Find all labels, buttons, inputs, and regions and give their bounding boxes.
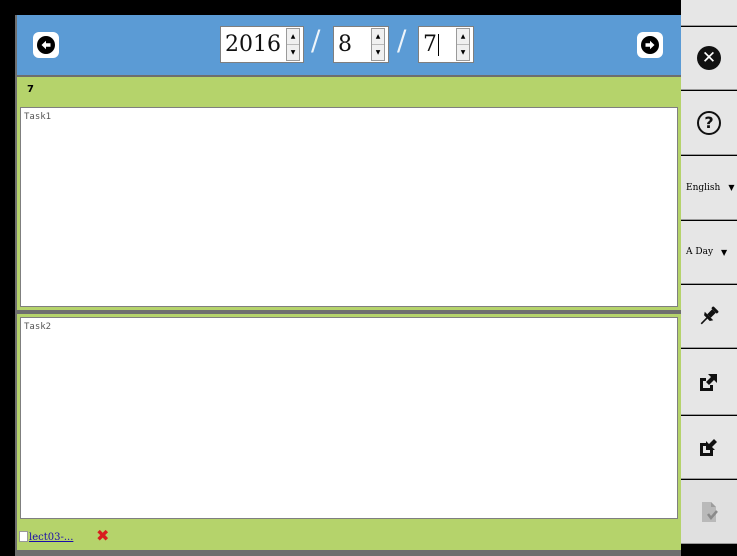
month-down-arrow-icon[interactable]: ▼	[372, 44, 384, 60]
year-spin-arrows: ▲ ▼	[286, 28, 300, 61]
text-cursor	[438, 34, 439, 56]
year-down-arrow-icon[interactable]: ▼	[287, 44, 299, 60]
day-header-label: 7	[27, 84, 34, 95]
day-value: 7	[423, 32, 437, 57]
task-panel-2: Task2	[17, 314, 681, 522]
month-spinbox[interactable]: 8 ▲ ▼	[333, 26, 389, 63]
year-value[interactable]: 2016	[221, 32, 286, 57]
arrow-right-circle-icon	[641, 36, 659, 54]
date-bar: 2016 ▲ ▼ / 8 ▲ ▼ / 7 ▲ ▼	[17, 15, 681, 75]
previous-day-button[interactable]	[33, 32, 59, 58]
saved-document-icon	[702, 501, 718, 522]
day-value-wrap[interactable]: 7	[419, 32, 456, 57]
right-toolbar: ✕ ? English ▼ A Day ▼	[681, 0, 737, 556]
export-button[interactable]	[681, 349, 737, 415]
task1-placeholder: Task1	[24, 112, 52, 122]
day-spinbox[interactable]: 7 ▲ ▼	[418, 26, 474, 63]
attachment-link[interactable]: lect03-...	[29, 532, 73, 543]
task-panel-1: Task1	[17, 104, 681, 310]
close-button[interactable]: ✕	[681, 27, 737, 90]
task2-textarea[interactable]: Task2	[20, 317, 678, 519]
day-spin-arrows: ▲ ▼	[456, 28, 470, 61]
export-icon	[700, 373, 717, 391]
day-header: 7	[17, 77, 681, 104]
help-button[interactable]: ?	[681, 91, 737, 155]
arrow-left-circle-icon	[37, 36, 55, 54]
day-up-arrow-icon[interactable]: ▲	[457, 29, 469, 44]
date-separator: /	[311, 24, 321, 57]
day-down-arrow-icon[interactable]: ▼	[457, 44, 469, 60]
import-button[interactable]	[681, 416, 737, 479]
chevron-down-icon: ▼	[721, 247, 728, 257]
import-icon	[700, 439, 717, 456]
main-panel: 2016 ▲ ▼ / 8 ▲ ▼ / 7 ▲ ▼ 7 Task1 Task2 l…	[15, 15, 681, 556]
saved-document-button[interactable]	[681, 480, 737, 544]
language-value: English	[686, 182, 721, 193]
toolbar-top-strip	[681, 0, 737, 26]
month-up-arrow-icon[interactable]: ▲	[372, 29, 384, 44]
pin-button[interactable]	[681, 285, 737, 348]
date-separator: /	[397, 24, 407, 57]
month-value[interactable]: 8	[334, 32, 371, 57]
remove-x-icon[interactable]: ✖	[96, 526, 109, 545]
year-up-arrow-icon[interactable]: ▲	[287, 29, 299, 44]
task2-placeholder: Task2	[24, 322, 52, 332]
view-mode-value: A Day	[686, 247, 714, 257]
close-icon: ✕	[697, 46, 721, 70]
month-spin-arrows: ▲ ▼	[371, 28, 385, 61]
next-day-button[interactable]	[637, 32, 663, 58]
help-icon: ?	[697, 110, 721, 135]
view-mode-select[interactable]: A Day ▼	[681, 221, 737, 284]
pin-icon	[700, 306, 719, 325]
task1-textarea[interactable]: Task1	[20, 107, 678, 307]
attachment-bar: lect03-... ✖	[17, 522, 681, 550]
chevron-down-icon: ▼	[728, 183, 735, 192]
year-spinbox[interactable]: 2016 ▲ ▼	[220, 26, 304, 63]
language-select[interactable]: English ▼	[681, 156, 737, 220]
file-icon	[19, 531, 28, 542]
